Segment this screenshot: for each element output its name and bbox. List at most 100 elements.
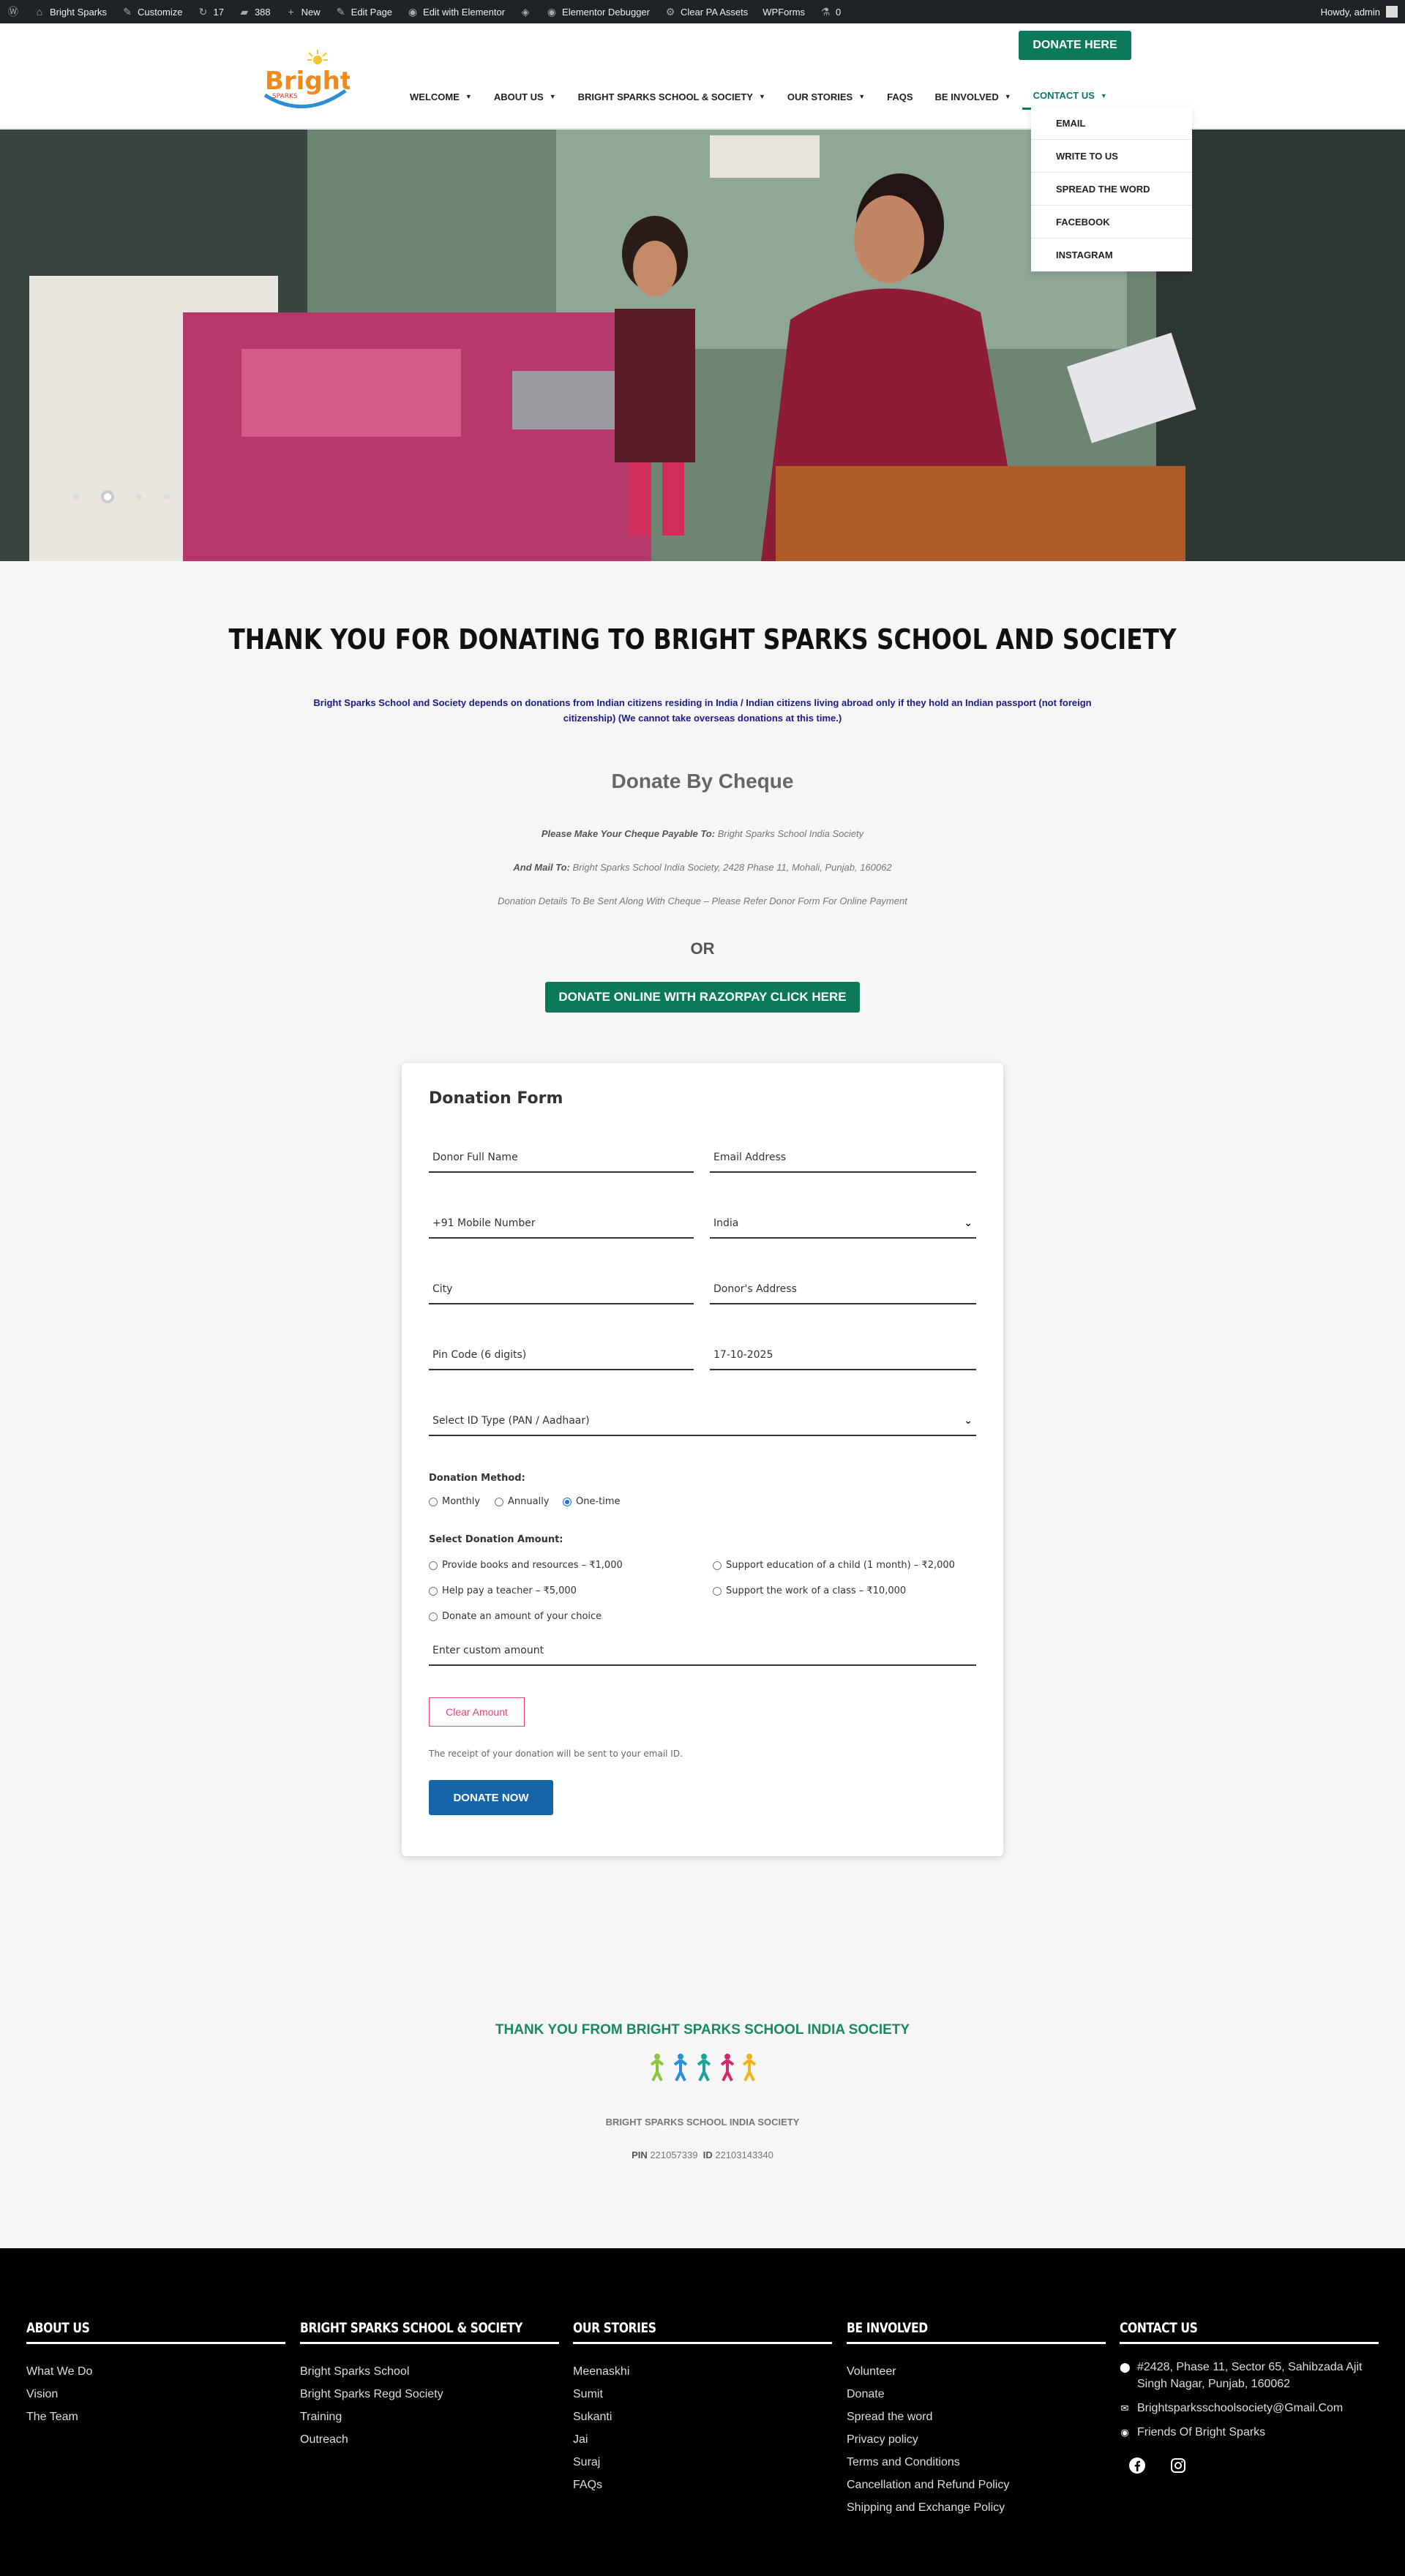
razorpay-donate-button[interactable]: DONATE ONLINE WITH RAZORPAY CLICK HERE [545, 982, 860, 1013]
method-annually[interactable]: Annually [495, 1496, 550, 1507]
nav-label: ABOUT US [493, 91, 544, 102]
amount-option-class[interactable]: Support the work of a class – ₹10,000 [713, 1585, 906, 1596]
diamond-link[interactable]: ◈ [512, 0, 539, 23]
logo-text: Bright [265, 67, 350, 96]
slide-dot-active[interactable] [101, 490, 114, 503]
comments-icon: ▰ [240, 6, 249, 18]
method-monthly[interactable]: Monthly [429, 1496, 480, 1507]
pin-code-field[interactable]: Pin Code (6 digits) [429, 1341, 694, 1370]
full-name-field[interactable]: Donor Full Name [429, 1144, 694, 1173]
city-field[interactable]: City [429, 1275, 694, 1304]
donate-now-button[interactable]: DONATE NOW [429, 1780, 553, 1815]
wpforms-link[interactable]: WPForms [755, 0, 812, 23]
method-one-time[interactable]: One-time [563, 1496, 621, 1507]
dropdown-spread-the-word[interactable]: SPREAD THE WORD [1031, 173, 1192, 206]
footer-heading: OUR STORIES [573, 2320, 832, 2344]
slide-dot[interactable] [164, 494, 170, 500]
comments-link[interactable]: ▰ 388 [231, 0, 278, 23]
footer-link[interactable]: Donate [847, 2383, 1106, 2406]
clear-amount-button[interactable]: Clear Amount [429, 1697, 525, 1727]
logo-graphic: Bright SPARKS [263, 50, 352, 108]
radio-button[interactable] [713, 1586, 722, 1596]
nav-welcome[interactable]: WELCOME ▼ [399, 83, 483, 110]
footer-link[interactable]: Spread the word [847, 2406, 1106, 2428]
wordpress-icon: Ⓦ [8, 6, 18, 18]
email-field[interactable]: Email Address [710, 1144, 976, 1173]
footer-link[interactable]: FAQs [573, 2474, 832, 2496]
radio-button-checked[interactable] [563, 1497, 572, 1506]
wordpress-menu[interactable]: Ⓦ [0, 0, 26, 23]
footer-link[interactable]: What We Do [26, 2360, 285, 2383]
nav-contact-us[interactable]: CONTACT US ▼ [1022, 83, 1118, 110]
amount-option-teacher[interactable]: Help pay a teacher – ₹5,000 [429, 1585, 577, 1596]
footer-link[interactable]: Suraj [573, 2451, 832, 2474]
site-name-link[interactable]: ⌂ Bright Sparks [26, 0, 114, 23]
footer-link[interactable]: Sumit [573, 2383, 832, 2406]
cheque-details-note: Donation Details To Be Sent Along With C… [498, 895, 907, 906]
footer-link[interactable]: Training [300, 2406, 559, 2428]
instagram-icon[interactable] [1169, 2457, 1187, 2474]
cheque-heading: Donate By Cheque [611, 770, 794, 792]
dropdown-instagram[interactable]: INSTAGRAM [1031, 239, 1192, 271]
contact-friends[interactable]: ◉ Friends Of Bright Sparks [1120, 2424, 1379, 2441]
footer-link[interactable]: Outreach [300, 2428, 559, 2451]
slide-dot[interactable] [136, 494, 142, 500]
footer-link[interactable]: Vision [26, 2383, 285, 2406]
nav-be-involved[interactable]: BE INVOLVED ▼ [924, 83, 1022, 110]
country-select[interactable]: India ⌄ [710, 1209, 976, 1239]
nav-our-stories[interactable]: OUR STORIES ▼ [776, 83, 876, 110]
flask-link[interactable]: ⚗ 0 [812, 0, 848, 23]
footer-link[interactable]: Volunteer [847, 2360, 1106, 2383]
footer-link[interactable]: Cancellation and Refund Policy [847, 2474, 1106, 2496]
clear-pa-assets-link[interactable]: ⚙ Clear PA Assets [657, 0, 755, 23]
amount-option-books[interactable]: Provide books and resources – ₹1,000 [429, 1560, 623, 1571]
page-title: THANK YOU FOR DONATING TO BRIGHT SPARKS … [228, 623, 1177, 656]
radio-button[interactable] [495, 1497, 503, 1506]
id-type-select[interactable]: Select ID Type (PAN / Aadhaar) ⌄ [429, 1407, 976, 1436]
radio-button[interactable] [429, 1561, 438, 1570]
nav-school-society[interactable]: BRIGHT SPARKS SCHOOL & SOCIETY ▼ [567, 83, 776, 110]
customize-link[interactable]: ✎ Customize [114, 0, 190, 23]
nav-about-us[interactable]: ABOUT US ▼ [483, 83, 567, 110]
facebook-icon[interactable] [1128, 2457, 1146, 2474]
updates-icon: ↻ [198, 6, 208, 18]
full-name-placeholder: Donor Full Name [432, 1152, 518, 1163]
radio-button[interactable] [429, 1612, 438, 1621]
updates-link[interactable]: ↻ 17 [190, 0, 231, 23]
footer-link[interactable]: Bright Sparks Regd Society [300, 2383, 559, 2406]
nav-faqs[interactable]: FAQS [876, 83, 923, 110]
dropdown-write-to-us[interactable]: WRITE TO US [1031, 140, 1192, 173]
radio-button[interactable] [429, 1586, 438, 1596]
contact-email[interactable]: ✉ Brightsparksschoolsociety@Gmail.Com [1120, 2400, 1379, 2417]
my-account[interactable]: Howdy, admin [1321, 6, 1405, 18]
date-field[interactable]: 17-10-2025 [710, 1341, 976, 1370]
donate-here-button[interactable]: DONATE HERE [1019, 31, 1131, 60]
dropdown-email[interactable]: EMAIL [1031, 107, 1192, 140]
radio-button[interactable] [713, 1561, 722, 1570]
footer-link[interactable]: Meenaskhi [573, 2360, 832, 2383]
footer-link[interactable]: Terms and Conditions [847, 2451, 1106, 2474]
edit-elementor-link[interactable]: ◉ Edit with Elementor [400, 0, 512, 23]
edit-page-link[interactable]: ✎ Edit Page [328, 0, 400, 23]
slide-dot[interactable] [73, 494, 79, 500]
footer-heading: ABOUT US [26, 2320, 285, 2344]
elementor-debugger-link[interactable]: ◉ Elementor Debugger [539, 0, 657, 23]
radio-button[interactable] [429, 1497, 438, 1506]
amount-option-child[interactable]: Support education of a child (1 month) –… [713, 1560, 955, 1571]
donation-eligibility-notice: Bright Sparks School and Society depends… [313, 697, 1092, 724]
footer-link[interactable]: Bright Sparks School [300, 2360, 559, 2383]
footer-link[interactable]: Sukanti [573, 2406, 832, 2428]
people-icon [650, 2054, 757, 2081]
custom-amount-field[interactable]: Enter custom amount [429, 1637, 976, 1666]
amount-option-custom[interactable]: Donate an amount of your choice [429, 1611, 602, 1622]
footer-link[interactable]: Privacy policy [847, 2428, 1106, 2451]
dropdown-facebook[interactable]: FACEBOOK [1031, 206, 1192, 239]
footer-link[interactable]: The Team [26, 2406, 285, 2428]
footer-link[interactable]: Jai [573, 2428, 832, 2451]
footer-link[interactable]: Shipping and Exchange Policy [847, 2496, 1106, 2519]
address-field[interactable]: Donor's Address [710, 1275, 976, 1304]
site-logo[interactable]: Bright SPARKS [261, 47, 352, 114]
id-value: 22103143340 [715, 2149, 773, 2160]
new-content-link[interactable]: + New [278, 0, 328, 23]
mobile-field[interactable]: +91 Mobile Number [429, 1209, 694, 1239]
